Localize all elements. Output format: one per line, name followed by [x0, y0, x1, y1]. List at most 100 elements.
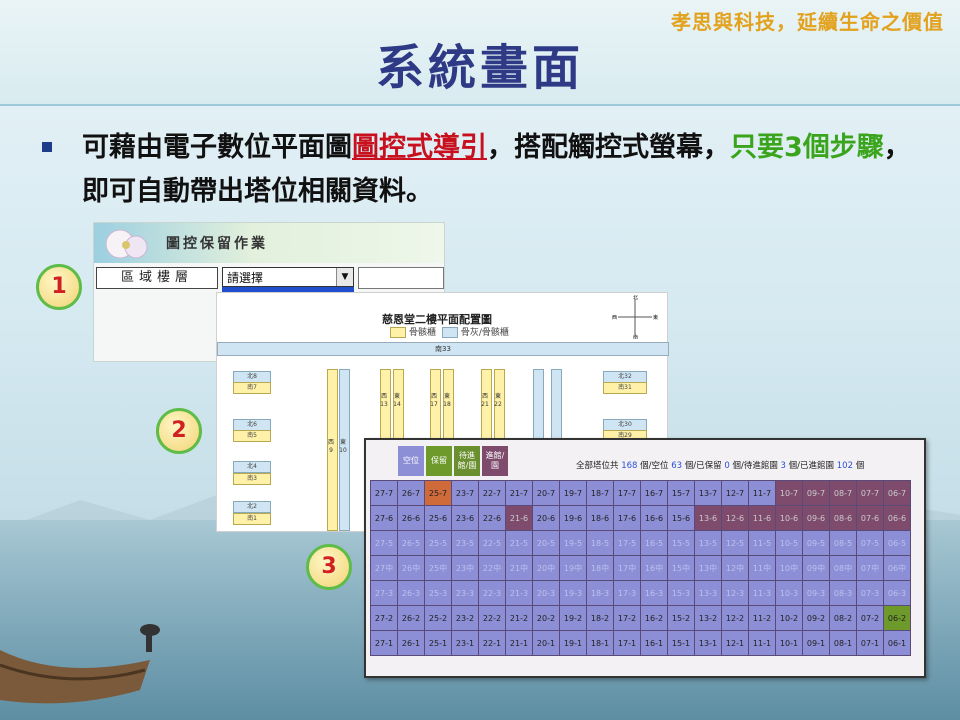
niche-cell[interactable]: 11-7 — [748, 480, 776, 506]
niche-cell[interactable]: 12-2 — [721, 605, 749, 631]
niche-cell[interactable]: 09-2 — [802, 605, 830, 631]
niche-cell[interactable]: 13-6 — [694, 505, 722, 531]
niche-cell[interactable]: 19-5 — [559, 530, 587, 556]
niche-cell[interactable]: 21-6 — [505, 505, 533, 531]
niche-cell[interactable]: 10-6 — [775, 505, 803, 531]
niche-cell[interactable]: 27-5 — [370, 530, 398, 556]
niche-cell[interactable]: 27-7 — [370, 480, 398, 506]
niche-cell[interactable]: 13中 — [694, 555, 722, 581]
block-s1[interactable]: 南1 — [233, 513, 271, 525]
niche-cell[interactable]: 09-3 — [802, 580, 830, 606]
block-s5[interactable]: 南5 — [233, 430, 271, 442]
niche-cell[interactable]: 13-1 — [694, 630, 722, 656]
niche-cell[interactable]: 09-1 — [802, 630, 830, 656]
niche-cell[interactable]: 09-7 — [802, 480, 830, 506]
niche-cell[interactable]: 17-3 — [613, 580, 641, 606]
column-ash-1[interactable] — [533, 369, 544, 441]
block-n2[interactable]: 北2 — [233, 501, 271, 513]
block-s31[interactable]: 南31 — [603, 382, 647, 394]
niche-cell[interactable]: 13-5 — [694, 530, 722, 556]
niche-cell[interactable]: 19中 — [559, 555, 587, 581]
niche-cell[interactable]: 15-3 — [667, 580, 695, 606]
niche-cell[interactable]: 25-7 — [424, 480, 452, 506]
niche-cell[interactable]: 26-1 — [397, 630, 425, 656]
niche-cell[interactable]: 08-7 — [829, 480, 857, 506]
block-n4[interactable]: 北4 — [233, 461, 271, 473]
niche-cell[interactable]: 22-7 — [478, 480, 506, 506]
niche-cell[interactable]: 06中 — [883, 555, 911, 581]
niche-cell[interactable]: 10中 — [775, 555, 803, 581]
niche-cell[interactable]: 12-1 — [721, 630, 749, 656]
niche-cell[interactable]: 25中 — [424, 555, 452, 581]
column-w13[interactable] — [380, 369, 391, 449]
niche-cell[interactable]: 18-6 — [586, 505, 614, 531]
niche-cell[interactable]: 19-3 — [559, 580, 587, 606]
niche-cell[interactable]: 08-5 — [829, 530, 857, 556]
niche-cell[interactable]: 11中 — [748, 555, 776, 581]
niche-cell[interactable]: 27-1 — [370, 630, 398, 656]
niche-cell[interactable]: 23-7 — [451, 480, 479, 506]
niche-cell[interactable]: 22中 — [478, 555, 506, 581]
niche-cell[interactable]: 19-6 — [559, 505, 587, 531]
niche-cell[interactable]: 20中 — [532, 555, 560, 581]
niche-cell[interactable]: 07中 — [856, 555, 884, 581]
niche-cell[interactable]: 08中 — [829, 555, 857, 581]
niche-cell[interactable]: 11-2 — [748, 605, 776, 631]
niche-cell[interactable]: 11-3 — [748, 580, 776, 606]
niche-cell[interactable]: 17-1 — [613, 630, 641, 656]
niche-cell[interactable]: 09-5 — [802, 530, 830, 556]
niche-cell[interactable]: 13-3 — [694, 580, 722, 606]
niche-cell[interactable]: 27-2 — [370, 605, 398, 631]
niche-cell[interactable]: 18-1 — [586, 630, 614, 656]
niche-cell[interactable]: 06-1 — [883, 630, 911, 656]
niche-cell[interactable]: 12-5 — [721, 530, 749, 556]
niche-cell[interactable]: 17-2 — [613, 605, 641, 631]
niche-cell[interactable]: 20-7 — [532, 480, 560, 506]
niche-cell[interactable]: 10-2 — [775, 605, 803, 631]
column-e14[interactable] — [393, 369, 404, 449]
niche-cell[interactable]: 10-3 — [775, 580, 803, 606]
niche-cell[interactable]: 08-2 — [829, 605, 857, 631]
niche-cell[interactable]: 21-7 — [505, 480, 533, 506]
niche-cell[interactable]: 26-5 — [397, 530, 425, 556]
niche-cell[interactable]: 12中 — [721, 555, 749, 581]
column-ash-2[interactable] — [551, 369, 562, 441]
niche-cell[interactable]: 19-1 — [559, 630, 587, 656]
niche-cell[interactable]: 25-5 — [424, 530, 452, 556]
niche-cell[interactable]: 06-3 — [883, 580, 911, 606]
niche-cell[interactable]: 17中 — [613, 555, 641, 581]
niche-cell[interactable]: 15中 — [667, 555, 695, 581]
niche-cell[interactable]: 13-7 — [694, 480, 722, 506]
niche-cell[interactable]: 07-5 — [856, 530, 884, 556]
column-e22[interactable] — [494, 369, 505, 449]
niche-cell[interactable]: 12-6 — [721, 505, 749, 531]
niche-cell[interactable]: 20-5 — [532, 530, 560, 556]
niche-cell[interactable]: 11-6 — [748, 505, 776, 531]
niche-cell[interactable]: 17-6 — [613, 505, 641, 531]
niche-cell[interactable]: 27中 — [370, 555, 398, 581]
niche-cell[interactable]: 20-6 — [532, 505, 560, 531]
niche-cell[interactable]: 18中 — [586, 555, 614, 581]
niche-cell[interactable]: 26中 — [397, 555, 425, 581]
niche-cell[interactable]: 22-2 — [478, 605, 506, 631]
niche-cell[interactable]: 19-7 — [559, 480, 587, 506]
niche-cell[interactable]: 19-2 — [559, 605, 587, 631]
niche-cell[interactable]: 25-6 — [424, 505, 452, 531]
niche-cell[interactable]: 08-6 — [829, 505, 857, 531]
niche-cell[interactable]: 13-2 — [694, 605, 722, 631]
niche-cell[interactable]: 23-1 — [451, 630, 479, 656]
niche-cell[interactable]: 17-5 — [613, 530, 641, 556]
niche-cell[interactable]: 06-2 — [883, 605, 911, 631]
niche-cell[interactable]: 08-1 — [829, 630, 857, 656]
niche-cell[interactable]: 06-5 — [883, 530, 911, 556]
area-floor-select[interactable]: 請選擇 ▼ — [222, 267, 354, 287]
niche-cell[interactable]: 11-5 — [748, 530, 776, 556]
niche-cell[interactable]: 15-2 — [667, 605, 695, 631]
niche-cell[interactable]: 07-7 — [856, 480, 884, 506]
chevron-down-icon[interactable]: ▼ — [336, 268, 353, 286]
niche-cell[interactable]: 26-2 — [397, 605, 425, 631]
niche-cell[interactable]: 09中 — [802, 555, 830, 581]
niche-cell[interactable]: 10-7 — [775, 480, 803, 506]
niche-cell[interactable]: 18-5 — [586, 530, 614, 556]
niche-cell[interactable]: 25-1 — [424, 630, 452, 656]
